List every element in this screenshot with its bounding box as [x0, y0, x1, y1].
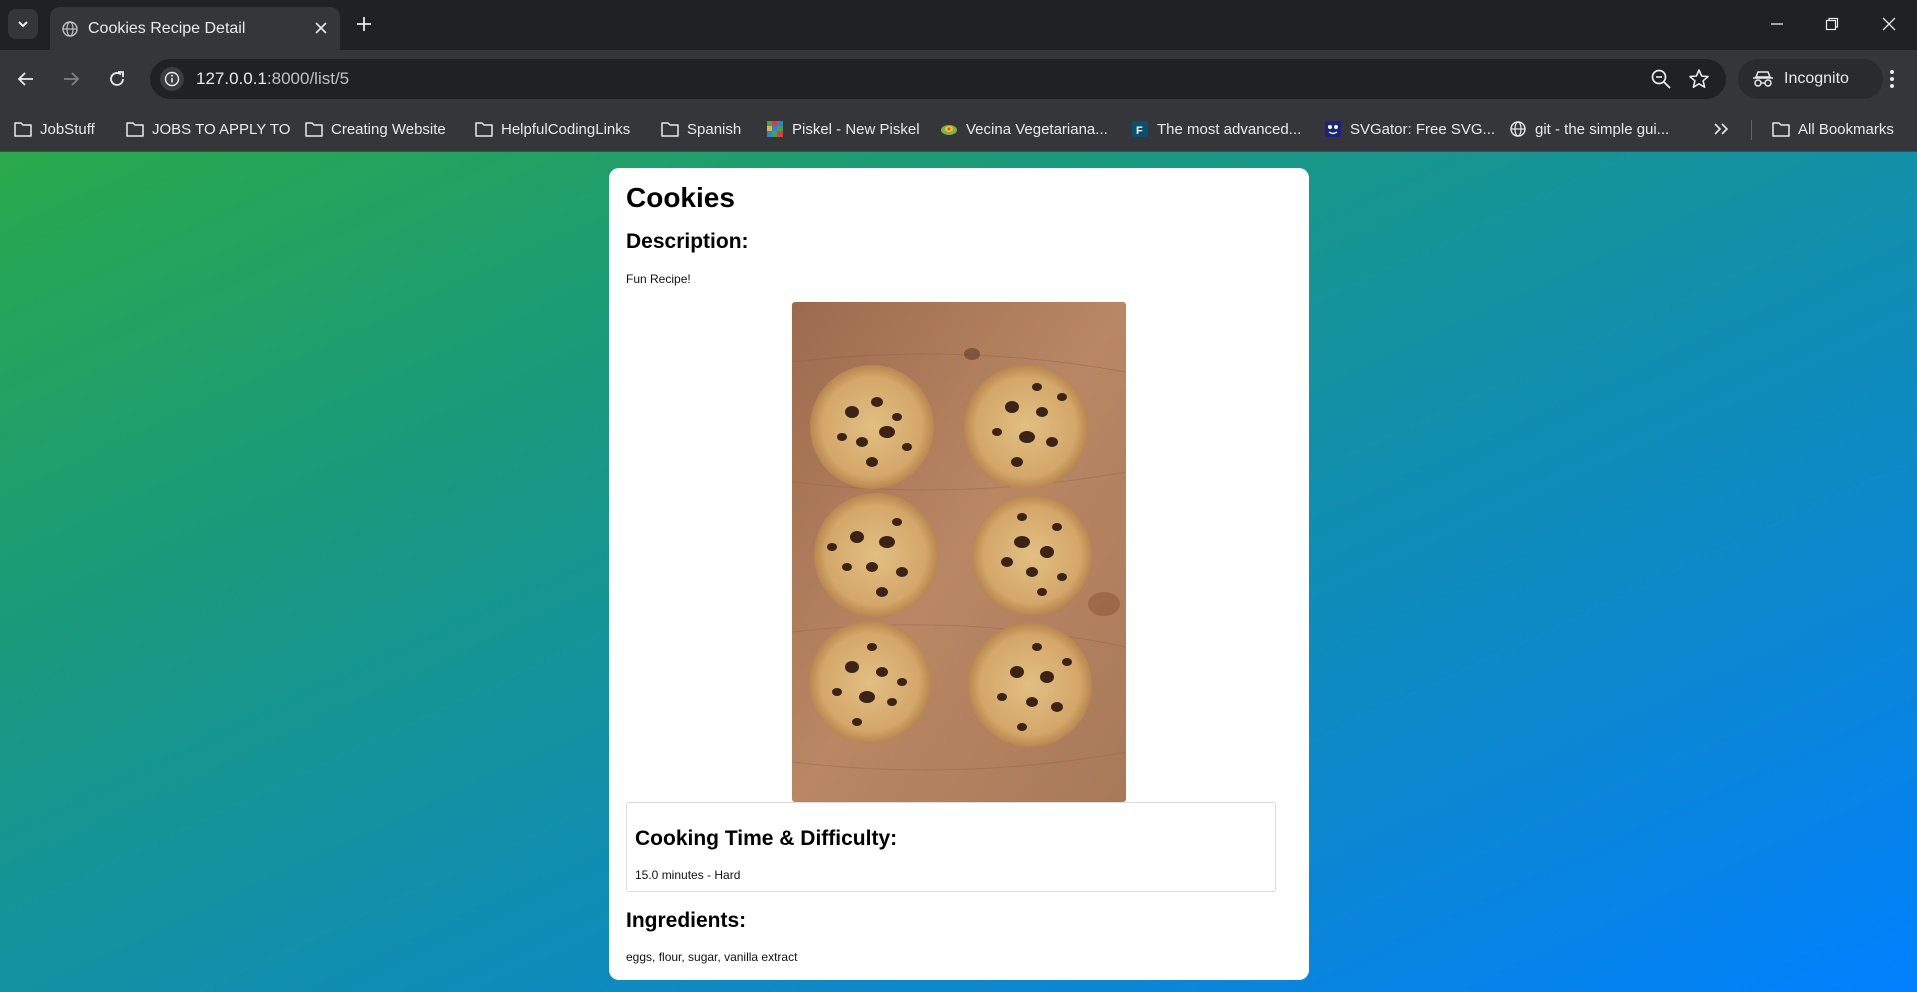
globe-icon: [1509, 120, 1527, 138]
svgator-icon: [1324, 120, 1342, 138]
bookmark-item[interactable]: F The most advanced...: [1131, 117, 1301, 141]
bookmark-item[interactable]: git - the simple gui...: [1509, 117, 1669, 141]
tab-strip: Cookies Recipe Detail: [0, 0, 1917, 50]
minimize-button[interactable]: [1765, 12, 1789, 36]
bookmark-item[interactable]: Vecina Vegetariana...: [940, 117, 1108, 141]
recipe-title: Cookies: [626, 182, 735, 213]
bookmark-label: The most advanced...: [1157, 120, 1302, 138]
bookmark-item[interactable]: SVGator: Free SVG...: [1324, 117, 1495, 141]
close-icon: [315, 22, 327, 34]
page-background: Cookies Description: Fun Recipe! Cooking…: [0, 152, 1917, 992]
url-path: :8000/list/5: [266, 69, 350, 88]
vecina-icon: [940, 120, 958, 138]
description-heading: Description:: [626, 230, 749, 253]
bookmark-item[interactable]: JOBS TO APPLY TO: [126, 117, 290, 141]
recipe-image: [792, 302, 1126, 802]
globe-icon: [62, 21, 78, 37]
forward-button[interactable]: [58, 66, 84, 92]
arrow-left-icon: [17, 72, 33, 86]
url-host: 127.0.0.1: [196, 69, 267, 88]
piskel-icon: [766, 120, 784, 138]
bookmarks-overflow-button[interactable]: [1713, 117, 1729, 141]
close-window-button[interactable]: [1877, 12, 1901, 36]
recipe-card: Cookies Description: Fun Recipe! Cooking…: [609, 168, 1309, 980]
bookmarks-bar: JobStuff JOBS TO APPLY TO Creating Websi…: [0, 108, 1917, 152]
minimize-icon: [1771, 23, 1783, 25]
cookies-photo: [792, 302, 1126, 802]
description-text: Fun Recipe!: [626, 272, 691, 286]
reload-button[interactable]: [104, 66, 130, 92]
folder-icon: [305, 120, 323, 138]
close-icon: [1882, 17, 1896, 31]
tab-search-button[interactable]: [8, 9, 38, 39]
bookmark-label: Spanish: [687, 120, 742, 138]
new-tab-button[interactable]: [352, 12, 376, 36]
bookmark-item[interactable]: Spanish: [661, 117, 741, 141]
arrow-right-icon: [64, 72, 80, 86]
restore-icon: [1825, 17, 1839, 31]
bookmark-label: git - the simple gui...: [1535, 120, 1670, 138]
folder-icon: [126, 120, 144, 138]
browser-menu-button[interactable]: [1880, 66, 1904, 92]
cooking-time-section: Cooking Time & Difficulty: 15.0 minutes …: [626, 802, 1276, 892]
chevron-double-right-icon: [1714, 123, 1729, 135]
bookmark-item[interactable]: Piskel - New Piskel: [766, 117, 920, 141]
folder-icon: [475, 120, 493, 138]
address-bar[interactable]: 127.0.0.1:8000/list/5: [150, 59, 1726, 99]
star-icon: [1689, 69, 1709, 88]
ingredients-heading: Ingredients:: [626, 909, 747, 932]
reload-icon: [110, 71, 124, 86]
bookmark-item[interactable]: HelpfulCodingLinks: [475, 117, 630, 141]
bookmark-item[interactable]: JobStuff: [14, 117, 95, 141]
plus-icon: [357, 17, 371, 31]
incognito-profile-button[interactable]: Incognito: [1738, 59, 1883, 99]
back-button[interactable]: [13, 66, 39, 92]
bookmark-item[interactable]: Creating Website: [305, 117, 446, 141]
bookmark-label: Creating Website: [331, 120, 446, 138]
browser-toolbar: 127.0.0.1:8000/list/5 Incognito: [0, 50, 1917, 108]
incognito-label: Incognito: [1784, 70, 1849, 87]
cooking-time-text: 15.0 minutes - Hard: [635, 868, 741, 882]
info-icon: [164, 71, 180, 87]
bookmark-star-button[interactable]: [1688, 68, 1710, 95]
folder-icon: [14, 120, 32, 138]
bookmark-label: SVGator: Free SVG...: [1350, 120, 1496, 138]
bookmark-label: Vecina Vegetariana...: [966, 120, 1108, 138]
bookmark-label: Piskel - New Piskel: [792, 120, 920, 138]
folder-icon: [1772, 120, 1790, 138]
restore-button[interactable]: [1820, 12, 1844, 36]
bookmark-label: HelpfulCodingLinks: [501, 120, 631, 138]
active-tab[interactable]: Cookies Recipe Detail: [50, 7, 340, 50]
close-tab-button[interactable]: [312, 19, 330, 37]
all-bookmarks-label: All Bookmarks: [1798, 120, 1894, 138]
site-info-button[interactable]: [160, 67, 184, 91]
zoom-out-icon: [1651, 69, 1671, 89]
url-text[interactable]: 127.0.0.1:8000/list/5: [196, 69, 349, 89]
ingredients-text: eggs, flour, sugar, vanilla extract: [626, 950, 798, 964]
zoom-button[interactable]: [1650, 68, 1672, 95]
bookmark-label: JOBS TO APPLY TO: [152, 120, 291, 138]
folder-icon: [661, 120, 679, 138]
chevron-down-icon: [18, 21, 28, 28]
tab-title: Cookies Recipe Detail: [88, 20, 246, 37]
more-vertical-icon: [1890, 70, 1894, 88]
f-icon: F: [1131, 120, 1149, 138]
svg-text:F: F: [1136, 125, 1143, 137]
all-bookmarks-button[interactable]: All Bookmarks: [1772, 117, 1894, 141]
cooking-time-heading: Cooking Time & Difficulty:: [635, 827, 898, 850]
bookmarks-divider: [1751, 120, 1752, 140]
bookmark-label: JobStuff: [40, 120, 95, 138]
incognito-icon: [1753, 71, 1773, 87]
